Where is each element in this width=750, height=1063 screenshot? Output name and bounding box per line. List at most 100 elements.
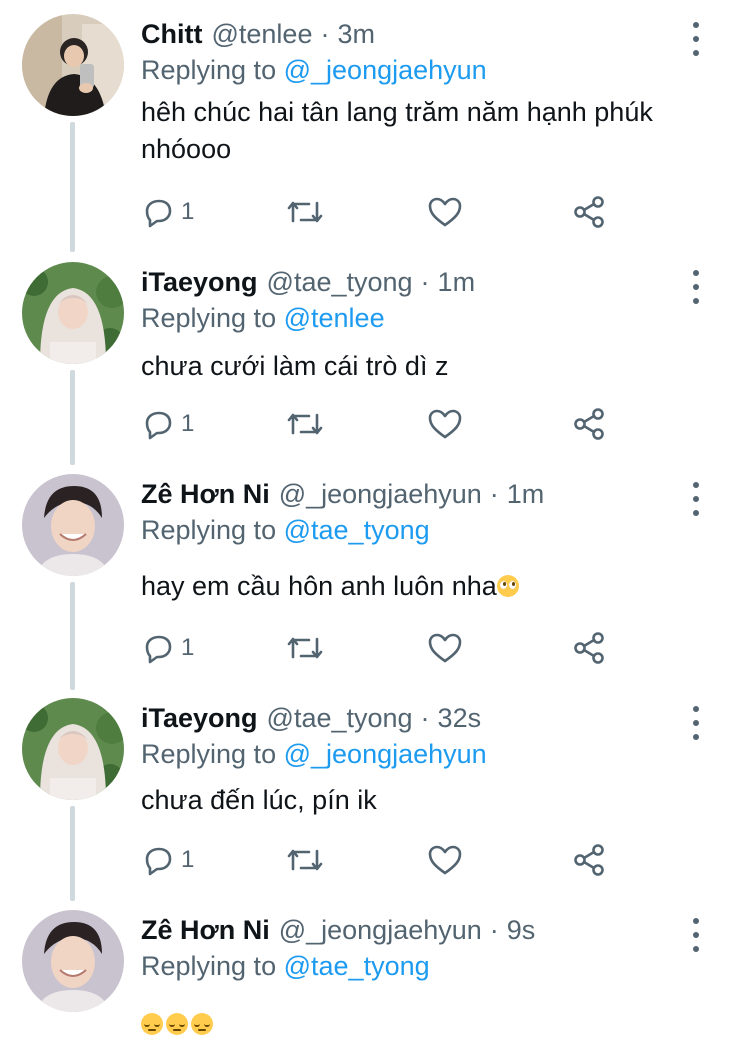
like-button[interactable] [427,192,463,232]
tweet-actions: 1 [141,404,621,444]
timestamp[interactable]: 1m [438,262,476,302]
speech-bubble-icon [145,635,172,664]
display-name[interactable]: Chitt [141,14,202,54]
reply-count: 1 [181,410,195,437]
avatar[interactable] [22,698,124,800]
more-vertical-icon[interactable] [682,706,710,740]
timestamp[interactable]: 9s [507,910,536,950]
user-handle[interactable]: @_jeongjaehyun [279,474,482,514]
replying-to-line: Replying to @tenlee [141,300,385,336]
retweet-icon [287,849,323,871]
share-button[interactable] [571,840,607,880]
retweet-icon [287,201,323,223]
dot-separator: · [489,915,499,945]
tweet-actions: 1 [141,840,621,880]
replying-to-label: Replying to [141,55,277,85]
user-handle[interactable]: @tae_tyong [267,262,413,302]
reply-thread: Chitt @tenlee · 3m Replying to @_jeongja… [0,0,750,1063]
tweet-header: Chitt @tenlee · 3m [141,14,375,54]
share-button[interactable] [571,628,607,668]
share-icon [574,408,604,440]
reply-button[interactable]: 1 [141,192,194,232]
tweet-header: Zê Hơn Ni @_jeongjaehyun · 9s [141,910,535,950]
share-icon [574,632,604,664]
replying-to-label: Replying to [141,951,277,981]
replying-to-link[interactable]: @_jeongjaehyun [284,55,487,85]
tweet-text: chưa đến lúc, pín ik [141,785,377,815]
replying-to-line: Replying to @tae_tyong [141,512,430,548]
speech-bubble-icon [145,411,172,440]
timestamp[interactable]: 3m [337,14,375,54]
share-button[interactable] [571,404,607,444]
heart-icon [428,845,462,875]
tweet-text: chưa cưới làm cái trò dì z [141,351,449,381]
heart-icon [428,197,462,227]
user-handle[interactable]: @tenlee [211,14,312,54]
like-button[interactable] [427,404,463,444]
timestamp[interactable]: 1m [507,474,545,514]
display-name[interactable]: iTaeyong [141,698,258,738]
more-vertical-icon[interactable] [682,22,710,56]
retweet-button[interactable] [285,404,325,444]
share-button[interactable] [571,192,607,232]
tweet-text-container: hay em cầu hôn anh luôn nha [141,568,701,605]
dot-separator: · [420,267,430,297]
tweet-text-emojis [141,1006,701,1043]
retweet-icon [287,637,323,659]
thread-line [70,122,75,252]
reply-count: 1 [181,634,195,661]
timestamp[interactable]: 32s [438,698,482,738]
replying-to-label: Replying to [141,739,277,769]
thread-line [70,806,75,901]
tweet-text: hêh chúc hai tân lang trăm năm hạnh phúk… [141,97,653,164]
pensive-face-emoji [141,1013,163,1035]
user-handle[interactable]: @tae_tyong [267,698,413,738]
more-vertical-icon[interactable] [682,918,710,952]
avatar[interactable] [22,262,124,364]
reply-count: 1 [181,846,195,873]
tweet-header: Zê Hơn Ni @_jeongjaehyun · 1m [141,474,544,514]
heart-icon [428,409,462,439]
more-vertical-icon[interactable] [682,482,710,516]
tweet-header: iTaeyong @tae_tyong · 1m [141,262,475,302]
pensive-face-emoji [191,1013,213,1035]
retweet-button[interactable] [285,628,325,668]
replying-to-link[interactable]: @tae_tyong [284,951,430,981]
reply-button[interactable]: 1 [141,628,194,668]
replying-to-link[interactable]: @tenlee [284,303,385,333]
more-vertical-icon[interactable] [682,270,710,304]
retweet-button[interactable] [285,192,325,232]
like-button[interactable] [427,628,463,668]
display-name[interactable]: Zê Hơn Ni [141,474,270,514]
tweet-actions: 1 [141,628,621,668]
tweet-text: hay em cầu hôn anh luôn nha [141,571,497,601]
user-handle[interactable]: @_jeongjaehyun [279,910,482,950]
retweet-button[interactable] [285,840,325,880]
replying-to-link[interactable]: @tae_tyong [284,515,430,545]
reply-button[interactable]: 1 [141,840,194,880]
replying-to-label: Replying to [141,303,277,333]
tweet-header: iTaeyong @tae_tyong · 32s [141,698,481,738]
speech-bubble-icon [145,199,172,228]
share-icon [574,844,604,876]
tweet-actions: 1 [141,192,621,232]
replying-to-label: Replying to [141,515,277,545]
display-name[interactable]: iTaeyong [141,262,258,302]
retweet-icon [287,413,323,435]
share-icon [574,196,604,228]
reply-button[interactable]: 1 [141,404,194,444]
heart-icon [428,633,462,663]
replying-to-link[interactable]: @_jeongjaehyun [284,739,487,769]
speech-bubble-icon [145,847,172,876]
avatar[interactable] [22,14,124,116]
like-button[interactable] [427,840,463,880]
display-name[interactable]: Zê Hơn Ni [141,910,270,950]
dot-separator: · [320,19,330,49]
replying-to-line: Replying to @_jeongjaehyun [141,736,487,772]
avatar[interactable] [22,474,124,576]
replying-to-line: Replying to @tae_tyong [141,948,430,984]
avatar[interactable] [22,910,124,1012]
pleading-face-emoji [496,575,519,597]
replying-to-line: Replying to @_jeongjaehyun [141,52,487,88]
pensive-face-emoji [166,1013,188,1035]
